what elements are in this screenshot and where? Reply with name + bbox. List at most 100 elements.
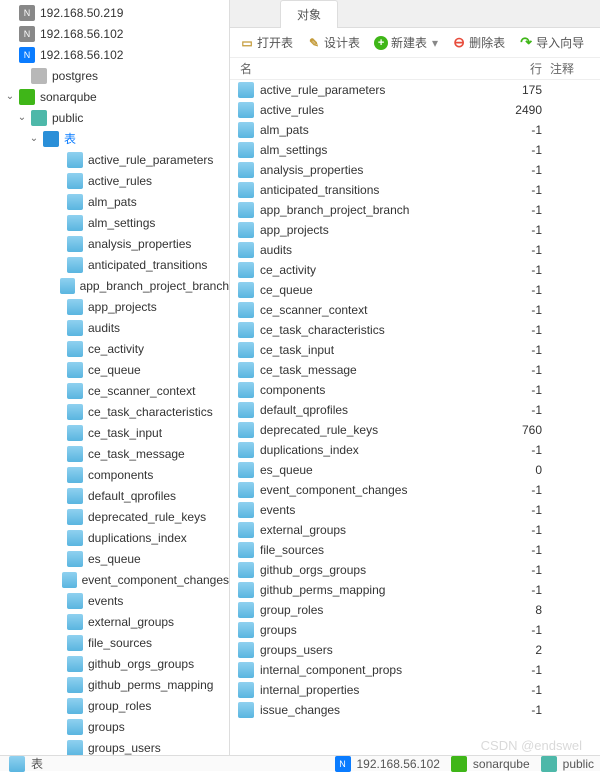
tree-item[interactable]: ⌄表 [0,128,229,149]
tree-label: 表 [64,130,76,147]
tree-item[interactable]: N192.168.56.102 [0,23,229,44]
tree-item[interactable]: ce_activity [0,338,229,359]
tree-item[interactable]: ce_task_characteristics [0,401,229,422]
design-table-button[interactable]: ✎设计表 [303,32,364,53]
table-row[interactable]: deprecated_rule_keys760 [230,420,600,440]
table-row[interactable]: ce_task_message-1 [230,360,600,380]
import-wizard-button[interactable]: ↷导入向导 [515,32,588,53]
tree-item[interactable]: groups_users [0,737,229,755]
tree-item[interactable]: default_qprofiles [0,485,229,506]
tree-item[interactable]: alm_pats [0,191,229,212]
table-row[interactable]: ce_task_characteristics-1 [230,320,600,340]
table-row[interactable]: group_roles8 [230,600,600,620]
tree-item[interactable]: ⌄sonarqube [0,86,229,107]
table-row[interactable]: events-1 [230,500,600,520]
table-row[interactable]: github_orgs_groups-1 [230,560,600,580]
table-row[interactable]: groups-1 [230,620,600,640]
tree-item[interactable]: postgres [0,65,229,86]
table-row[interactable]: active_rules2490 [230,100,600,120]
toggle-icon[interactable]: ⌄ [28,133,40,145]
table-row[interactable]: alm_pats-1 [230,120,600,140]
table-row[interactable]: active_rule_parameters175 [230,80,600,100]
col-comment[interactable]: 注释 [542,60,592,77]
table-row[interactable]: anticipated_transitions-1 [230,180,600,200]
tab-objects[interactable]: 对象 [280,0,338,28]
table-rows: 175 [492,83,542,97]
icon-table-icon [67,467,83,483]
tree-label: ce_task_characteristics [88,405,213,419]
toggle-icon[interactable]: ⌄ [16,112,28,124]
tree-item[interactable]: app_projects [0,296,229,317]
open-table-button[interactable]: ▭打开表 [236,32,297,53]
tree-item[interactable]: event_component_changes [0,569,229,590]
table-rows: -1 [492,283,542,297]
tree-label: postgres [52,69,98,83]
table-name: default_qprofiles [260,403,492,417]
table-name: analysis_properties [260,163,492,177]
table-row[interactable]: ce_task_input-1 [230,340,600,360]
table-row[interactable]: components-1 [230,380,600,400]
table-row[interactable]: ce_activity-1 [230,260,600,280]
tree-item[interactable]: active_rules [0,170,229,191]
tree-item[interactable]: audits [0,317,229,338]
toggle-icon[interactable]: ⌄ [4,91,16,103]
tree-item[interactable]: deprecated_rule_keys [0,506,229,527]
tree-item[interactable]: N192.168.56.102 [0,44,229,65]
table-row[interactable]: analysis_properties-1 [230,160,600,180]
table-icon [238,182,254,198]
table-row[interactable]: app_projects-1 [230,220,600,240]
tree-item[interactable]: groups [0,716,229,737]
tree-item[interactable]: anticipated_transitions [0,254,229,275]
tree-item[interactable]: ce_task_message [0,443,229,464]
tree-item[interactable]: github_orgs_groups [0,653,229,674]
new-table-button[interactable]: +新建表▾ [370,32,442,53]
table-icon [238,442,254,458]
table-row[interactable]: default_qprofiles-1 [230,400,600,420]
tree-item[interactable]: analysis_properties [0,233,229,254]
tree-item[interactable]: events [0,590,229,611]
tree-item[interactable]: alm_settings [0,212,229,233]
tree-label: ce_activity [88,342,144,356]
tree-item[interactable]: N192.168.50.219 [0,2,229,23]
tree-item[interactable]: external_groups [0,611,229,632]
delete-table-button[interactable]: ⊖删除表 [448,32,509,53]
tree-item[interactable]: file_sources [0,632,229,653]
table-row[interactable]: issue_changes-1 [230,700,600,720]
table-rows: -1 [492,683,542,697]
table-row[interactable]: ce_scanner_context-1 [230,300,600,320]
col-name[interactable]: 名 [230,60,492,77]
table-row[interactable]: es_queue0 [230,460,600,480]
table-row[interactable]: event_component_changes-1 [230,480,600,500]
table-name: app_branch_project_branch [260,203,492,217]
table-row[interactable]: github_perms_mapping-1 [230,580,600,600]
table-row[interactable]: file_sources-1 [230,540,600,560]
table-row[interactable]: internal_properties-1 [230,680,600,700]
tree-item[interactable]: ce_queue [0,359,229,380]
table-row[interactable]: groups_users2 [230,640,600,660]
main-panel: 对象 ▭打开表 ✎设计表 +新建表▾ ⊖删除表 ↷导入向导 名 行 注释 act… [230,0,600,755]
schema-icon [541,756,557,772]
table-row[interactable]: alm_settings-1 [230,140,600,160]
tree-item[interactable]: ⌄public [0,107,229,128]
table-row[interactable]: external_groups-1 [230,520,600,540]
table-row[interactable]: internal_component_props-1 [230,660,600,680]
tree-item[interactable]: ce_scanner_context [0,380,229,401]
tree-item[interactable]: components [0,464,229,485]
col-rows[interactable]: 行 [492,60,542,77]
tree-item[interactable]: group_roles [0,695,229,716]
table-row[interactable]: ce_queue-1 [230,280,600,300]
tree-item[interactable]: github_perms_mapping [0,674,229,695]
table-row[interactable]: duplications_index-1 [230,440,600,460]
tree-item[interactable]: app_branch_project_branch [0,275,229,296]
tree-item[interactable]: active_rule_parameters [0,149,229,170]
table-row[interactable]: audits-1 [230,240,600,260]
tree-label: duplications_index [88,531,187,545]
table-icon [238,662,254,678]
table-icon [238,502,254,518]
tree-item[interactable]: duplications_index [0,527,229,548]
tree-label: alm_pats [88,195,137,209]
tree-item[interactable]: es_queue [0,548,229,569]
table-row[interactable]: app_branch_project_branch-1 [230,200,600,220]
tree-item[interactable]: ce_task_input [0,422,229,443]
table-icon [238,642,254,658]
